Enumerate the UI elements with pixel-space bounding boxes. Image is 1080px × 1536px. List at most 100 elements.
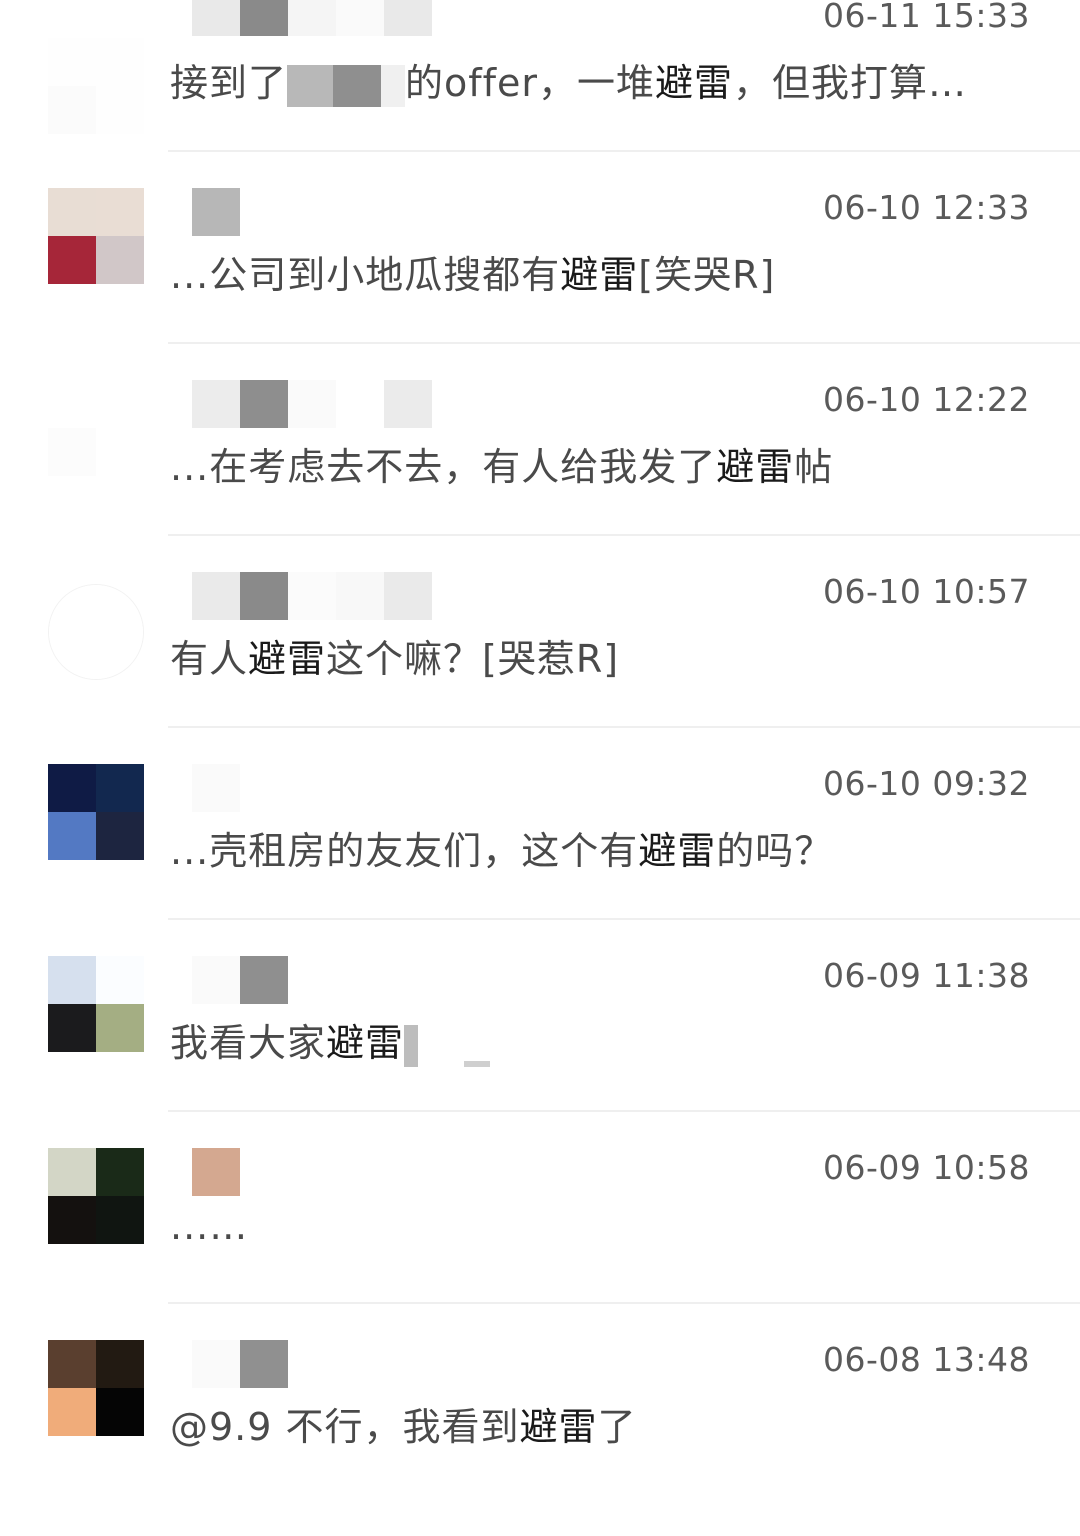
keyword-highlight: 避雷 xyxy=(716,445,795,489)
comment-text-before: 我看大家 xyxy=(170,1021,327,1065)
avatar-pixel xyxy=(48,380,96,428)
timestamp: 06-09 11:38 xyxy=(823,956,1030,995)
mosaic-block xyxy=(336,572,384,620)
avatar-pixel xyxy=(96,764,144,812)
avatar-pixel xyxy=(96,188,144,236)
avatar[interactable] xyxy=(48,764,144,860)
avatar-pixel xyxy=(96,38,144,86)
avatar-pixel xyxy=(96,1004,144,1052)
mosaic-block xyxy=(288,0,336,36)
comment-text-before: ...… xyxy=(170,1204,249,1248)
redaction-mosaic xyxy=(333,64,382,107)
timestamp: 06-08 13:48 xyxy=(823,1340,1030,1379)
timestamp: 06-10 09:32 xyxy=(823,764,1030,803)
avatar-pixel xyxy=(96,86,144,134)
mosaic-block xyxy=(336,0,384,36)
list-item[interactable]: 06-11 15:33 接到了 的offer，一堆避雷，但我打算… xyxy=(0,0,1080,192)
avatar-pixel xyxy=(96,236,144,284)
avatar-pixel xyxy=(96,1148,144,1196)
list-item[interactable]: 06-10 09:32 ...壳租房的友友们，这个有避雷的吗？ xyxy=(0,764,1080,960)
comment-text[interactable]: ...… xyxy=(170,1204,248,1248)
avatar[interactable] xyxy=(48,380,144,476)
list-item[interactable]: 06-10 12:33 ...公司到小地瓜搜都有避雷[笑哭R] xyxy=(0,188,1080,384)
divider xyxy=(168,342,1080,344)
mosaic-block xyxy=(384,572,432,620)
divider xyxy=(168,918,1080,920)
mosaic-block xyxy=(384,380,432,428)
avatar-pixel xyxy=(48,38,96,86)
comment-text[interactable]: ...壳租房的友友们，这个有避雷的吗？ xyxy=(170,820,833,875)
redaction-mosaic xyxy=(404,1024,419,1067)
comment-text-before: 接到了 xyxy=(170,61,288,105)
avatar-pixel xyxy=(49,633,97,679)
avatar-pixel xyxy=(48,86,96,134)
redaction-mosaic xyxy=(418,1024,465,1067)
comment-text[interactable]: 有人避雷这个嘛？[哭惹R] xyxy=(170,628,619,683)
mosaic-block xyxy=(240,380,288,428)
timestamp: 06-10 12:22 xyxy=(823,380,1030,419)
timestamp: 06-10 12:33 xyxy=(823,188,1030,227)
avatar[interactable] xyxy=(48,188,144,284)
comment-text[interactable]: 我看大家避雷 xyxy=(170,1012,491,1067)
comment-text-before: ...在考虑去不去，有人给我发了 xyxy=(170,445,717,489)
mosaic-block xyxy=(288,380,336,428)
comment-text[interactable]: ...公司到小地瓜搜都有避雷[笑哭R] xyxy=(170,244,775,299)
comment-text-after: 帖 xyxy=(794,445,834,489)
list-item[interactable]: 06-09 11:38 我看大家避雷 xyxy=(0,956,1080,1152)
mosaic-block xyxy=(192,0,240,36)
comment-text-before: ...壳租房的友友们，这个有 xyxy=(170,829,639,873)
avatar[interactable] xyxy=(48,1340,144,1436)
comment-text[interactable]: ...在考虑去不去，有人给我发了避雷帖 xyxy=(170,436,833,491)
list-item[interactable]: 06-10 10:57 有人避雷这个嘛？[哭惹R] xyxy=(0,572,1080,768)
divider xyxy=(168,1110,1080,1112)
mosaic-block xyxy=(240,0,288,36)
comment-text-after: 了 xyxy=(597,1405,637,1449)
mosaic-block xyxy=(192,572,240,620)
avatar[interactable] xyxy=(48,1148,144,1244)
list-item[interactable]: 06-09 10:58 ...… xyxy=(0,1148,1080,1344)
mosaic-block xyxy=(336,380,384,428)
redaction-mosaic xyxy=(464,1061,491,1067)
comment-text-before: @9.9 不行，我看到 xyxy=(170,1405,520,1449)
keyword-highlight: 避雷 xyxy=(519,1405,598,1449)
divider xyxy=(168,534,1080,536)
avatar-pixel xyxy=(96,812,144,860)
avatar-pixel xyxy=(48,428,96,476)
avatar-pixel xyxy=(48,1388,96,1436)
keyword-highlight: 避雷 xyxy=(560,253,639,297)
keyword-highlight: 避雷 xyxy=(638,829,717,873)
avatar-pixel xyxy=(96,1340,144,1388)
comment-text[interactable]: 接到了 的offer，一堆避雷，但我打算… xyxy=(170,52,967,107)
mosaic-block xyxy=(240,764,288,812)
list-item[interactable]: 06-10 12:22 ...在考虑去不去，有人给我发了避雷帖 xyxy=(0,380,1080,576)
mosaic-block xyxy=(192,380,240,428)
keyword-highlight: 避雷 xyxy=(655,61,734,105)
mosaic-block xyxy=(192,764,240,812)
comment-text[interactable]: @9.9 不行，我看到避雷了 xyxy=(170,1396,637,1451)
mosaic-block xyxy=(240,572,288,620)
comment-text-after: 这个嘛？[哭惹R] xyxy=(326,637,620,681)
list-item[interactable]: 06-08 13:48 @9.9 不行，我看到避雷了 xyxy=(0,1340,1080,1536)
avatar-pixel xyxy=(48,956,96,1004)
divider xyxy=(168,726,1080,728)
timestamp: 06-09 10:58 xyxy=(823,1148,1030,1187)
avatar-pixel xyxy=(97,585,143,633)
avatar-pixel xyxy=(48,1340,96,1388)
mosaic-block xyxy=(240,188,288,236)
avatar-pixel xyxy=(49,585,97,633)
avatar-pixel xyxy=(48,1196,96,1244)
redaction-mosaic xyxy=(287,64,334,107)
avatar-pixel xyxy=(96,428,144,476)
avatar-pixel xyxy=(48,236,96,284)
avatar-pixel xyxy=(96,380,144,428)
mosaic-block xyxy=(384,0,432,36)
comment-list: 06-11 15:33 接到了 的offer，一堆避雷，但我打算… 06-10 1… xyxy=(0,0,1080,1449)
avatar[interactable] xyxy=(48,38,144,134)
avatar-pixel xyxy=(48,812,96,860)
avatar[interactable] xyxy=(48,584,144,680)
avatar-pixel xyxy=(48,188,96,236)
comment-text-after: [笑哭R] xyxy=(638,253,776,297)
avatar-pixel xyxy=(96,1196,144,1244)
timestamp: 06-11 15:33 xyxy=(823,0,1030,35)
avatar[interactable] xyxy=(48,956,144,1052)
